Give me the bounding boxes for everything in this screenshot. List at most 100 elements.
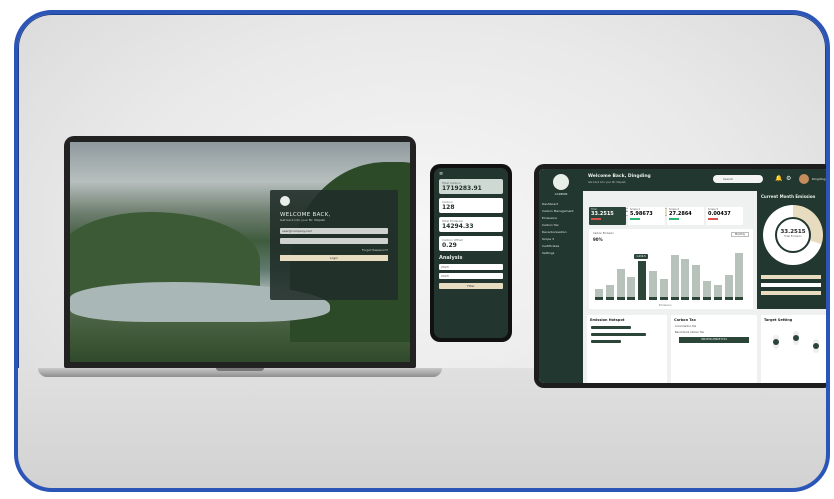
chart-bar-cap (681, 297, 690, 300)
kpi-value: 5.98673 (630, 211, 653, 217)
analysis-input[interactable]: 2023 (439, 273, 503, 279)
sidebar-item-scope3[interactable]: Scope 3 (542, 237, 580, 241)
laptop-screen: WELCOME BACK, Get back into your Mr. Map… (70, 142, 410, 362)
chart-bar[interactable] (724, 275, 733, 299)
tablet: CARBON Dashboard Carbon Management Emiss… (534, 164, 826, 388)
x-axis-label: Emissions (659, 304, 672, 307)
carbon-tax-card: Carbon Tax Local Carbon Tax Benchmark Ca… (671, 315, 757, 383)
sidebar-item-carbon-management[interactable]: Carbon Management (542, 209, 580, 213)
chart-bar-cap (692, 297, 701, 300)
chart-bar[interactable] (692, 265, 701, 299)
chart-bar-cap (638, 297, 647, 300)
phone-screen: ≡ Total Carbon 1719283.91 Carbon 128 Tot… (434, 168, 508, 338)
chart-tooltip: 1,234.5 (634, 254, 648, 259)
kpi-card: Scope 1 5.98673 (628, 207, 665, 225)
kpi-trend (630, 218, 640, 220)
settings-icon[interactable]: ⚙ (786, 175, 791, 183)
logo-icon (553, 174, 569, 190)
chart-bar[interactable] (649, 271, 657, 299)
emission-chart: Carbon Emission 90% Monthly 1,234.5 Emis… (589, 229, 753, 309)
welcome-subtitle: Get back into your Mr. Maplab (588, 181, 626, 184)
chart-bar-cap (616, 297, 625, 300)
chart-bar-cap (627, 297, 636, 300)
search-input[interactable]: Search (713, 175, 763, 183)
tax-row: Local Carbon Tax (675, 325, 753, 328)
menu-icon[interactable]: ≡ (439, 171, 503, 179)
email-field[interactable]: user@company.com (280, 228, 388, 234)
chart-period-select[interactable]: Monthly (730, 232, 749, 237)
chart-bar[interactable] (659, 279, 668, 299)
login-button[interactable]: Login (280, 255, 388, 261)
password-field[interactable] (280, 238, 388, 244)
total-carbon-card: Total Carbon 1719283.91 (439, 179, 503, 194)
card-title: Target Setting (764, 318, 793, 322)
chart-bar[interactable] (670, 255, 679, 299)
forgot-password-link[interactable]: Forgot Password? (280, 248, 388, 252)
chart-bar-cap (649, 297, 657, 300)
sidebar-item-dashboard[interactable]: Dashboard (542, 202, 580, 206)
card-label: Carbon Offset (442, 238, 463, 242)
tax-label: Local Carbon Tax (675, 325, 697, 328)
sidebar-item-settings[interactable]: Settings (542, 251, 580, 255)
tablet-screen: CARBON Dashboard Carbon Management Emiss… (539, 169, 826, 383)
filter-button[interactable]: Filter (439, 283, 503, 289)
donut-subtitle: Total Emission (784, 235, 802, 238)
card-label: Carbon (442, 200, 453, 204)
login-card: WELCOME BACK, Get back into your Mr. Map… (270, 190, 398, 300)
chart-bar-cap (713, 297, 722, 300)
card-title: Carbon Tax (674, 318, 696, 322)
target-slider[interactable] (813, 339, 819, 353)
kpi-label: Scope 2 (669, 208, 680, 211)
panel-title: Current Month Emission (761, 194, 816, 199)
sidebar-item-carbon-tax[interactable]: Carbon Tax (542, 223, 580, 227)
brand-name: CARBON (554, 192, 568, 196)
chart-bar-cap (595, 297, 603, 300)
kpi-trend (591, 218, 601, 220)
chart-bar-cap (659, 297, 668, 300)
analysis-input[interactable]: 2023 (439, 264, 503, 270)
chart-bar-cap (703, 297, 711, 300)
chart-label: Carbon Emission (593, 232, 614, 235)
target-slider[interactable] (793, 331, 799, 345)
chart-bar[interactable] (616, 269, 625, 299)
tax-row: Benchmark Carbon Tax (675, 331, 753, 334)
sidebar-item-emissions[interactable]: Emissions (542, 216, 580, 220)
kpi-trend (708, 218, 718, 220)
stat-card: Carbon 128 (439, 198, 503, 213)
donut-chart: 33.2515 Total Emission (763, 205, 823, 265)
sidebar-item-certificates[interactable]: Certificates (542, 244, 580, 248)
device-showcase-frame: WELCOME BACK, Get back into your Mr. Map… (14, 10, 830, 492)
card-label: Total Carbon (442, 181, 461, 185)
chart-bar[interactable] (681, 259, 690, 299)
bell-icon[interactable]: 🔔 (775, 175, 782, 183)
kpi-value: 27.2864 (669, 211, 692, 217)
kpi-label: Scope 1 (630, 208, 641, 211)
stat-card: Carbon Offset 0.29 (439, 236, 503, 251)
chart-bar[interactable] (627, 277, 636, 299)
chart-bar[interactable] (638, 261, 647, 299)
hotspot-bar (591, 326, 631, 329)
hotspot-bar (591, 340, 621, 343)
avatar[interactable] (799, 174, 809, 184)
bottom-cards: Emission Hotspot Carbon Tax Local Carbon… (587, 315, 826, 383)
chart-bar-cap (735, 297, 744, 300)
user-name[interactable]: Dingding (812, 177, 826, 181)
kpi-card: Scope 3 0.00437 (706, 207, 743, 225)
kpi-label: Total (591, 208, 597, 211)
hotspot-bar (591, 333, 646, 336)
current-month-panel: Current Month Emission 33.2515 Total Emi… (757, 191, 826, 309)
tax-label: Benchmark Carbon Tax (675, 331, 704, 334)
legend-item (761, 291, 821, 295)
phone: ≡ Total Carbon 1719283.91 Carbon 128 Tot… (430, 164, 512, 342)
top-bar: Welcome Back, Dingding Get back into you… (583, 169, 826, 191)
sidebar-item-decarbonisation[interactable]: Decarbonisation (542, 230, 580, 234)
welcome-title: Welcome Back, Dingding (588, 174, 651, 179)
chart-bar[interactable] (735, 253, 744, 299)
kpi-value: 33.2515 (591, 211, 614, 217)
card-value: 14294.33 (442, 223, 474, 230)
target-setting-card: Target Setting (761, 315, 826, 383)
laptop: WELCOME BACK, Get back into your Mr. Map… (64, 136, 416, 368)
card-value: 128 (442, 204, 455, 211)
target-slider[interactable] (773, 335, 779, 349)
kpi-card: Total 33.2515 (589, 207, 626, 225)
